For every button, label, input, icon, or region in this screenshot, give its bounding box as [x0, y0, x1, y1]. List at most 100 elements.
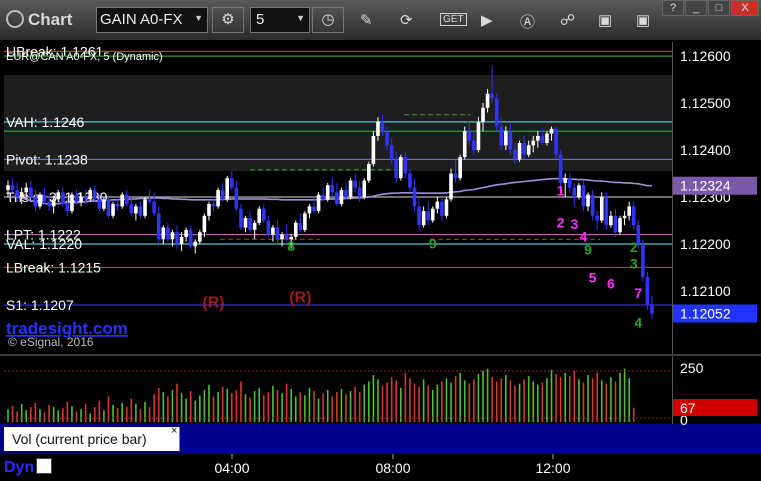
candle-body	[120, 194, 124, 207]
candle-body	[618, 218, 622, 233]
candle-body	[124, 194, 129, 205]
candle-body	[316, 194, 321, 212]
candle-body	[412, 187, 417, 207]
candle-body	[357, 187, 362, 197]
candle-body	[161, 227, 166, 240]
candle-body	[234, 187, 239, 209]
volume-last-label: 67	[680, 400, 696, 416]
link-box-icon[interactable]	[36, 458, 53, 474]
candle-body	[65, 204, 70, 212]
watermark-copyright: © eSignal, 2016	[8, 335, 94, 349]
candle-body	[138, 206, 143, 216]
candle-body	[230, 178, 234, 188]
chart-canvas[interactable]: UBreak: 1.1261VAH: 1.1246Pivot: 1.1238Tr…	[0, 0, 761, 481]
candle-body	[220, 189, 225, 200]
price-tick-label: 1.12200	[680, 236, 731, 252]
candle-body	[362, 180, 367, 197]
candle-body	[97, 199, 102, 209]
candle-body	[472, 140, 476, 151]
candle-body	[202, 215, 207, 233]
candle-body	[252, 222, 257, 230]
candle-body	[271, 227, 275, 235]
candle-body	[83, 197, 88, 200]
candle-body	[526, 145, 531, 155]
candle-body	[111, 204, 115, 216]
candle-body	[207, 204, 211, 216]
candle-body	[599, 197, 604, 221]
candle-body	[15, 189, 19, 197]
candle-body	[536, 135, 540, 141]
candle-body	[188, 229, 193, 247]
candle-body	[325, 185, 330, 200]
candle-body	[211, 204, 216, 207]
candle-body	[102, 199, 106, 209]
candle-body	[42, 194, 47, 202]
candle-body	[376, 121, 380, 136]
close-study-icon[interactable]: ×	[171, 425, 177, 437]
candle-body	[467, 131, 472, 141]
candle-body	[184, 229, 188, 237]
candle-body	[134, 206, 138, 214]
candle-body	[152, 201, 156, 214]
candle-body	[627, 206, 631, 216]
candle-body	[339, 189, 344, 205]
candle-body	[92, 189, 97, 200]
candle-body	[417, 206, 421, 226]
candle-body	[156, 213, 161, 240]
candle-body	[554, 128, 558, 155]
candle-body	[476, 121, 481, 151]
candle-body	[293, 222, 298, 237]
candle-body	[490, 93, 494, 99]
candle-body	[549, 128, 554, 134]
candle-body	[572, 187, 577, 197]
candle-body	[6, 185, 10, 190]
candle-body	[453, 173, 458, 179]
candle-body	[371, 135, 376, 165]
candle-body	[143, 199, 147, 216]
dynamic-toggle[interactable]: Dyn	[4, 458, 53, 477]
candle-body	[353, 180, 357, 188]
candle-body	[558, 154, 563, 183]
candle-body	[303, 213, 307, 230]
price-axis-divider	[672, 42, 673, 452]
level-label: LBreak: 1.1215	[6, 259, 101, 275]
candle-body	[79, 197, 83, 202]
candle-body	[216, 189, 220, 207]
candle-body	[19, 192, 24, 197]
candle-body	[175, 232, 179, 244]
value-area-shade	[4, 75, 672, 171]
candle-body	[581, 185, 586, 207]
candle-body	[622, 215, 627, 219]
chart-annotation: 5	[589, 269, 597, 285]
chart-annotation: (R)	[202, 294, 224, 311]
candle-body	[10, 185, 15, 190]
candle-body	[481, 107, 485, 122]
level-label: Pivot: 1.1238	[6, 151, 88, 167]
candle-body	[248, 218, 252, 230]
level-label: VAH: 1.1246	[6, 114, 85, 130]
chart-annotation: 3	[570, 216, 578, 232]
candle-body	[29, 187, 33, 197]
candle-body	[494, 98, 499, 127]
candle-body	[33, 197, 38, 207]
candle-body	[367, 164, 371, 181]
level-label: VAL: 1.1220	[6, 236, 82, 252]
candle-body	[444, 199, 449, 216]
level-label: S1: 1.1207	[6, 297, 74, 313]
time-tick-label: 12:00	[535, 460, 570, 476]
candle-body	[430, 208, 435, 221]
candle-body	[508, 131, 513, 151]
chart-annotation: 1	[557, 183, 565, 199]
candle-body	[266, 220, 271, 235]
candle-body	[440, 201, 444, 216]
candle-body	[61, 192, 65, 205]
candle-body	[198, 232, 202, 242]
candle-body	[380, 121, 385, 132]
candle-body	[485, 93, 490, 108]
volume-study-label[interactable]: Vol (current price bar)	[4, 427, 180, 451]
candle-body	[545, 133, 549, 143]
candle-body	[631, 206, 636, 226]
candle-body	[280, 234, 284, 240]
candle-body	[408, 173, 412, 188]
candle-body	[170, 232, 175, 240]
